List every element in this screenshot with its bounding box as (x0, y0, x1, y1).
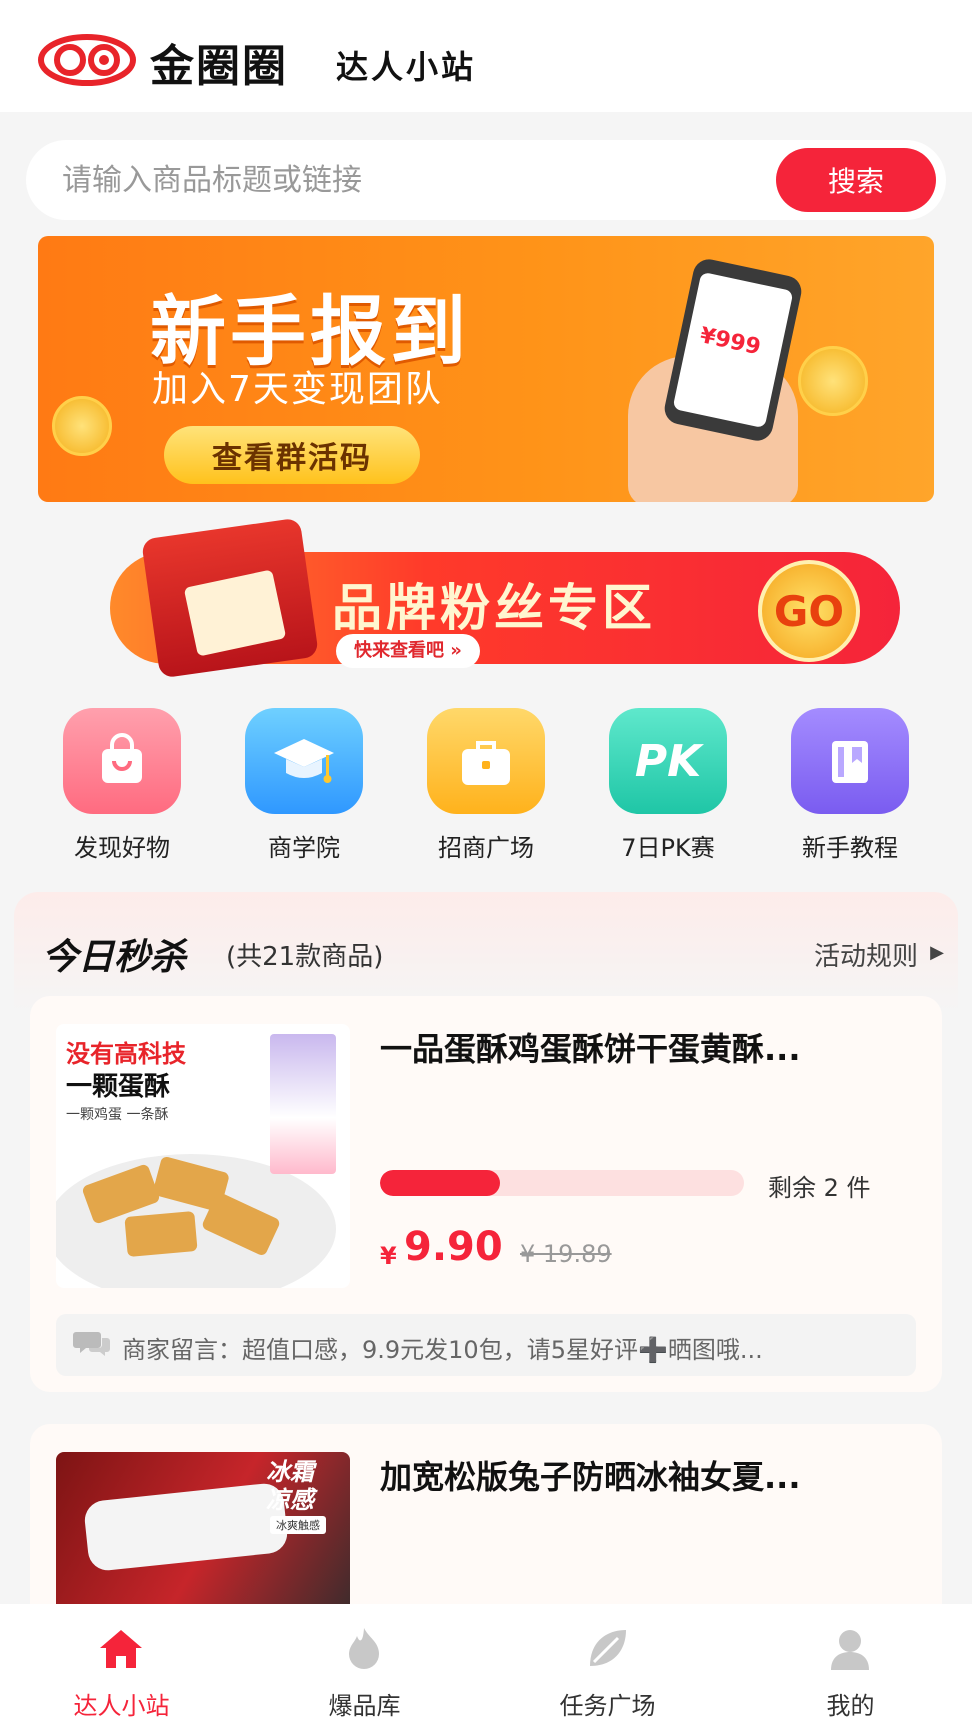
tab-label: 我的 (826, 1692, 875, 1720)
book-icon (791, 708, 909, 814)
graduation-cap-icon (245, 708, 363, 814)
tab-label: 达人小站 (73, 1692, 170, 1720)
merchant-note: 商家留言：超值口感，9.9元发10包，请5星好评➕晒图哦... (56, 1314, 916, 1376)
thumb-tag: 冰爽触感 (270, 1516, 326, 1534)
app-header: 金圈圈 达人小站 (0, 0, 972, 112)
stock-remaining: 剩余 2 件 (768, 1174, 871, 1202)
view-group-code-button[interactable]: 查看群活码 (164, 426, 420, 484)
checkin-banner[interactable]: 新手报到 加入7天变现团队 查看群活码 ¥999 (38, 236, 934, 502)
thumb-headline: 冰霜凉感 (266, 1458, 314, 1514)
tab-label: 任务广场 (559, 1692, 656, 1720)
user-icon (831, 1630, 869, 1670)
shortcut-tutorial[interactable]: 新手教程 (760, 708, 940, 863)
tab-hot-products[interactable]: 爆品库 (243, 1604, 486, 1728)
leaf-icon (590, 1630, 626, 1666)
stock-progress-fill (380, 1170, 501, 1196)
bottom-tab-bar: 达人小站 爆品库 任务广场 我的 (0, 1604, 972, 1728)
shortcut-label: 7日PK赛 (621, 834, 715, 862)
page-title: 达人小站 (336, 48, 477, 86)
thumb-tagline: 一颗鸡蛋 一条酥 (66, 1107, 169, 1123)
currency-symbol: ¥ (380, 1242, 397, 1270)
banner-subtitle: 加入7天变现团队 (152, 369, 443, 410)
product-title[interactable]: 加宽松版兔子防晒冰袖女夏... (380, 1452, 900, 1498)
brand-banner-link[interactable]: 快来查看吧 » (336, 634, 480, 668)
brand-logo-icon (38, 34, 136, 86)
shopping-bag-icon (63, 708, 181, 814)
flash-sale-count: (共21款商品) (226, 942, 384, 972)
chevron-right-icon[interactable]: ▶ (930, 942, 944, 963)
product-title[interactable]: 一品蛋酥鸡蛋酥饼干蛋黄酥... (380, 1024, 900, 1070)
shortcut-label: 发现好物 (74, 834, 170, 862)
shortcut-label: 商学院 (268, 834, 340, 862)
pk-icon-text: PK (634, 735, 702, 787)
coin-icon (798, 346, 868, 416)
search-button[interactable]: 搜索 (776, 148, 936, 212)
cake-illustration (124, 1211, 198, 1257)
tab-task-plaza[interactable]: 任务广场 (486, 1604, 729, 1728)
flash-sale-section: 今日秒杀 (共21款商品) 活动规则 ▶ 没有高科技 一颗蛋酥 一颗鸡蛋 一条酥… (14, 892, 958, 1644)
shortcut-label: 新手教程 (802, 834, 898, 862)
go-button[interactable]: GO (758, 560, 860, 662)
phone-screen: ¥999 (672, 271, 794, 429)
tab-label: 爆品库 (328, 1692, 401, 1720)
brand-fans-banner[interactable]: 品牌粉丝专区 快来查看吧 » GO (70, 517, 910, 690)
thumb-headline: 没有高科技 (66, 1040, 186, 1068)
product-card[interactable]: 没有高科技 一颗蛋酥 一颗鸡蛋 一条酥 一品蛋酥鸡蛋酥饼干蛋黄酥... 剩余 2… (30, 996, 942, 1392)
product-image[interactable]: 没有高科技 一颗蛋酥 一颗鸡蛋 一条酥 (56, 1024, 350, 1288)
chat-bubble-icon (73, 1332, 110, 1356)
thumb-subheadline: 一颗蛋酥 (66, 1072, 171, 1102)
shortcut-pk-contest[interactable]: PK 7日PK赛 (578, 708, 758, 863)
sleeve-illustration (82, 1481, 290, 1573)
fire-icon (349, 1628, 379, 1669)
briefcase-icon (427, 708, 545, 814)
flash-sale-title: 今日秒杀 (42, 937, 187, 978)
tab-profile[interactable]: 我的 (729, 1604, 972, 1728)
coin-icon (52, 396, 112, 456)
search-input[interactable] (62, 140, 762, 220)
sale-price: 9.90 (404, 1224, 503, 1270)
shortcut-grid: 发现好物 商学院 招商广场 PK 7日PK赛 新手教程 (0, 708, 972, 868)
shortcut-merchant-plaza[interactable]: 招商广场 (396, 708, 576, 863)
phone-amount: ¥999 (697, 323, 763, 361)
stock-progress-bar (380, 1170, 744, 1196)
brand-name: 金圈圈 (150, 41, 288, 92)
search-bar: 搜索 (26, 140, 946, 220)
tab-home[interactable]: 达人小站 (0, 1604, 243, 1728)
merchant-note-text: 商家留言：超值口感，9.9元发10包，请5星好评➕晒图哦... (122, 1336, 763, 1364)
home-icon (100, 1630, 142, 1668)
shortcut-discover[interactable]: 发现好物 (32, 708, 212, 863)
shortcut-label: 招商广场 (438, 834, 534, 862)
brand-banner-title: 品牌粉丝专区 (332, 579, 656, 637)
package-illustration (270, 1034, 336, 1174)
original-price: ¥ 19.89 (520, 1240, 612, 1268)
shortcut-academy[interactable]: 商学院 (214, 708, 394, 863)
pk-icon: PK (609, 708, 727, 814)
activity-rules-link[interactable]: 活动规则 (814, 936, 918, 973)
